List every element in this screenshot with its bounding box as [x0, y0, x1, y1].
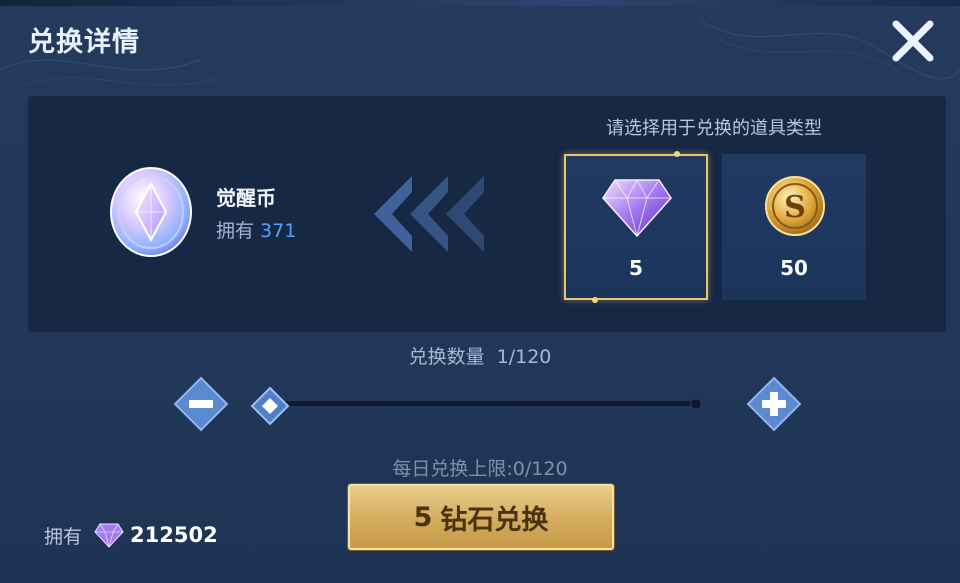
option-gold-value: 50	[780, 256, 808, 280]
quantity-title: 兑换数量	[408, 346, 485, 368]
close-icon	[892, 20, 934, 62]
slider-track-end	[690, 398, 702, 410]
owned-diamonds: 拥有 212502	[44, 520, 218, 550]
close-button[interactable]	[888, 18, 938, 66]
corner-dot	[674, 151, 680, 157]
option-diamond-value: 5	[629, 256, 643, 280]
item-own-label: 拥有	[216, 220, 255, 242]
quantity-slider-thumb[interactable]	[250, 386, 290, 426]
decrease-button[interactable]	[173, 376, 229, 432]
owned-amount: 212502	[130, 523, 218, 547]
option-diamond[interactable]: 5	[564, 151, 708, 303]
minus-icon	[173, 376, 229, 432]
corner-dot	[592, 297, 598, 303]
item-own-number: 371	[260, 220, 297, 242]
item-name: 觉醒币	[216, 186, 276, 210]
confirm-amount: 5	[413, 501, 433, 533]
svg-text:S: S	[784, 190, 806, 225]
confirm-label: 钻石兑换	[440, 504, 549, 536]
currency-select-hint: 请选择用于兑换的道具类型	[606, 118, 822, 139]
daily-limit-text: 每日兑换上限:0/120	[392, 458, 568, 480]
quantity-slider-track[interactable]	[270, 401, 696, 406]
item-owned-count: 拥有 371	[216, 216, 296, 243]
plus-icon	[746, 376, 802, 432]
diamond-icon	[94, 523, 124, 548]
diamond-icon	[602, 178, 672, 238]
dialog-title: 兑换详情	[28, 27, 140, 58]
top-border	[0, 0, 960, 6]
exchange-confirm-button[interactable]: 5 钻石兑换	[348, 484, 614, 550]
exchange-panel: 觉醒币 拥有 371 请选择用于兑换的道具类型 5 S 50	[28, 96, 946, 332]
exchange-dialog: 兑换详情 觉醒币 拥有 371 请选择用于兑换的道具类型 5 S 50 兑换数量…	[0, 0, 960, 583]
owned-label: 拥有	[44, 525, 83, 548]
quantity-value: 1/120	[496, 346, 552, 368]
chevrons-left-icon	[374, 176, 484, 252]
gold-coin-icon: S	[765, 176, 825, 236]
awakening-coin-icon	[110, 167, 192, 257]
quantity-label: 兑换数量 1/120	[380, 342, 580, 369]
increase-button[interactable]	[746, 376, 802, 432]
option-gold-coin[interactable]: S 50	[722, 154, 866, 300]
slider-thumb-icon	[250, 386, 290, 426]
